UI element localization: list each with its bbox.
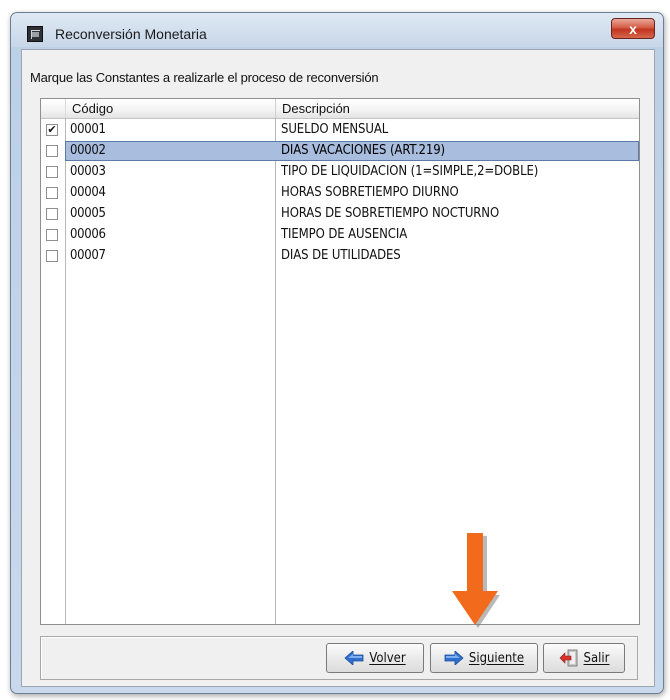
arrow-right-icon	[444, 651, 464, 665]
row-checkbox[interactable]: ✔	[46, 124, 58, 136]
row-code: 00005	[70, 206, 106, 221]
row-checkbox[interactable]	[46, 187, 58, 199]
row-checkbox[interactable]	[46, 145, 58, 157]
window-title: Reconversión Monetaria	[55, 26, 207, 42]
row-code: 00001	[70, 122, 106, 137]
title-bar[interactable]: Reconversión Monetaria x	[11, 13, 663, 49]
exit-icon	[559, 649, 577, 667]
list-row[interactable]: 00006 TIEMPO DE AUSENCIA	[41, 225, 639, 246]
row-code: 00002	[70, 143, 106, 158]
instruction-text: Marque las Constantes a realizarle el pr…	[30, 70, 379, 85]
dialog-content: Marque las Constantes a realizarle el pr…	[21, 49, 655, 687]
list-row[interactable]: 00007 DIAS DE UTILIDADES	[41, 246, 639, 267]
row-description: HORAS SOBRETIEMPO DIURNO	[281, 185, 459, 200]
row-description: TIEMPO DE AUSENCIA	[281, 227, 408, 242]
volver-label: Volver	[369, 650, 406, 666]
salir-button[interactable]: Salir	[543, 643, 625, 673]
list-header: Código Descripción	[41, 99, 639, 119]
row-description: DIAS VACACIONES (ART.219)	[281, 143, 445, 158]
row-code: 00007	[70, 248, 106, 263]
volver-button[interactable]: Volver	[326, 643, 424, 673]
list-row[interactable]: 00004 HORAS SOBRETIEMPO DIURNO	[41, 183, 639, 204]
row-code: 00004	[70, 185, 106, 200]
row-description: TIPO DE LIQUIDACION (1=SIMPLE,2=DOBLE)	[281, 164, 539, 179]
row-checkbox[interactable]	[46, 166, 58, 178]
arrow-down-icon	[452, 533, 500, 628]
dialog-window: Reconversión Monetaria x Marque las Cons…	[10, 12, 664, 694]
row-code: 00003	[70, 164, 106, 179]
close-button[interactable]: x	[611, 18, 655, 39]
row-code: 00006	[70, 227, 106, 242]
list-row[interactable]: 00005 HORAS DE SOBRETIEMPO NOCTURNO	[41, 204, 639, 225]
column-header-description[interactable]: Descripción	[275, 99, 639, 118]
app-icon	[27, 26, 43, 42]
list-row[interactable]: 00003 TIPO DE LIQUIDACION (1=SIMPLE,2=DO…	[41, 162, 639, 183]
arrow-left-icon	[344, 651, 364, 665]
row-description: DIAS DE UTILIDADES	[281, 248, 401, 263]
list-row[interactable]: 00002 DIAS VACACIONES (ART.219)	[41, 141, 639, 162]
list-rows: ✔ 00001 SUELDO MENSUAL 00002 DIAS VACACI…	[41, 120, 639, 267]
siguiente-label: Siguiente	[468, 650, 525, 666]
row-checkbox[interactable]	[46, 208, 58, 220]
salir-label: Salir	[583, 650, 610, 666]
button-panel: Volver Siguiente Salir	[40, 636, 638, 680]
siguiente-button[interactable]: Siguiente	[430, 643, 538, 673]
constants-list[interactable]: Código Descripción ✔ 00001 SUELDO MENSUA…	[40, 98, 640, 625]
row-description: SUELDO MENSUAL	[281, 122, 389, 137]
row-checkbox[interactable]	[46, 229, 58, 241]
column-header-code[interactable]: Código	[65, 99, 275, 118]
list-row[interactable]: ✔ 00001 SUELDO MENSUAL	[41, 120, 639, 141]
row-checkbox[interactable]	[46, 250, 58, 262]
row-description: HORAS DE SOBRETIEMPO NOCTURNO	[281, 206, 500, 221]
